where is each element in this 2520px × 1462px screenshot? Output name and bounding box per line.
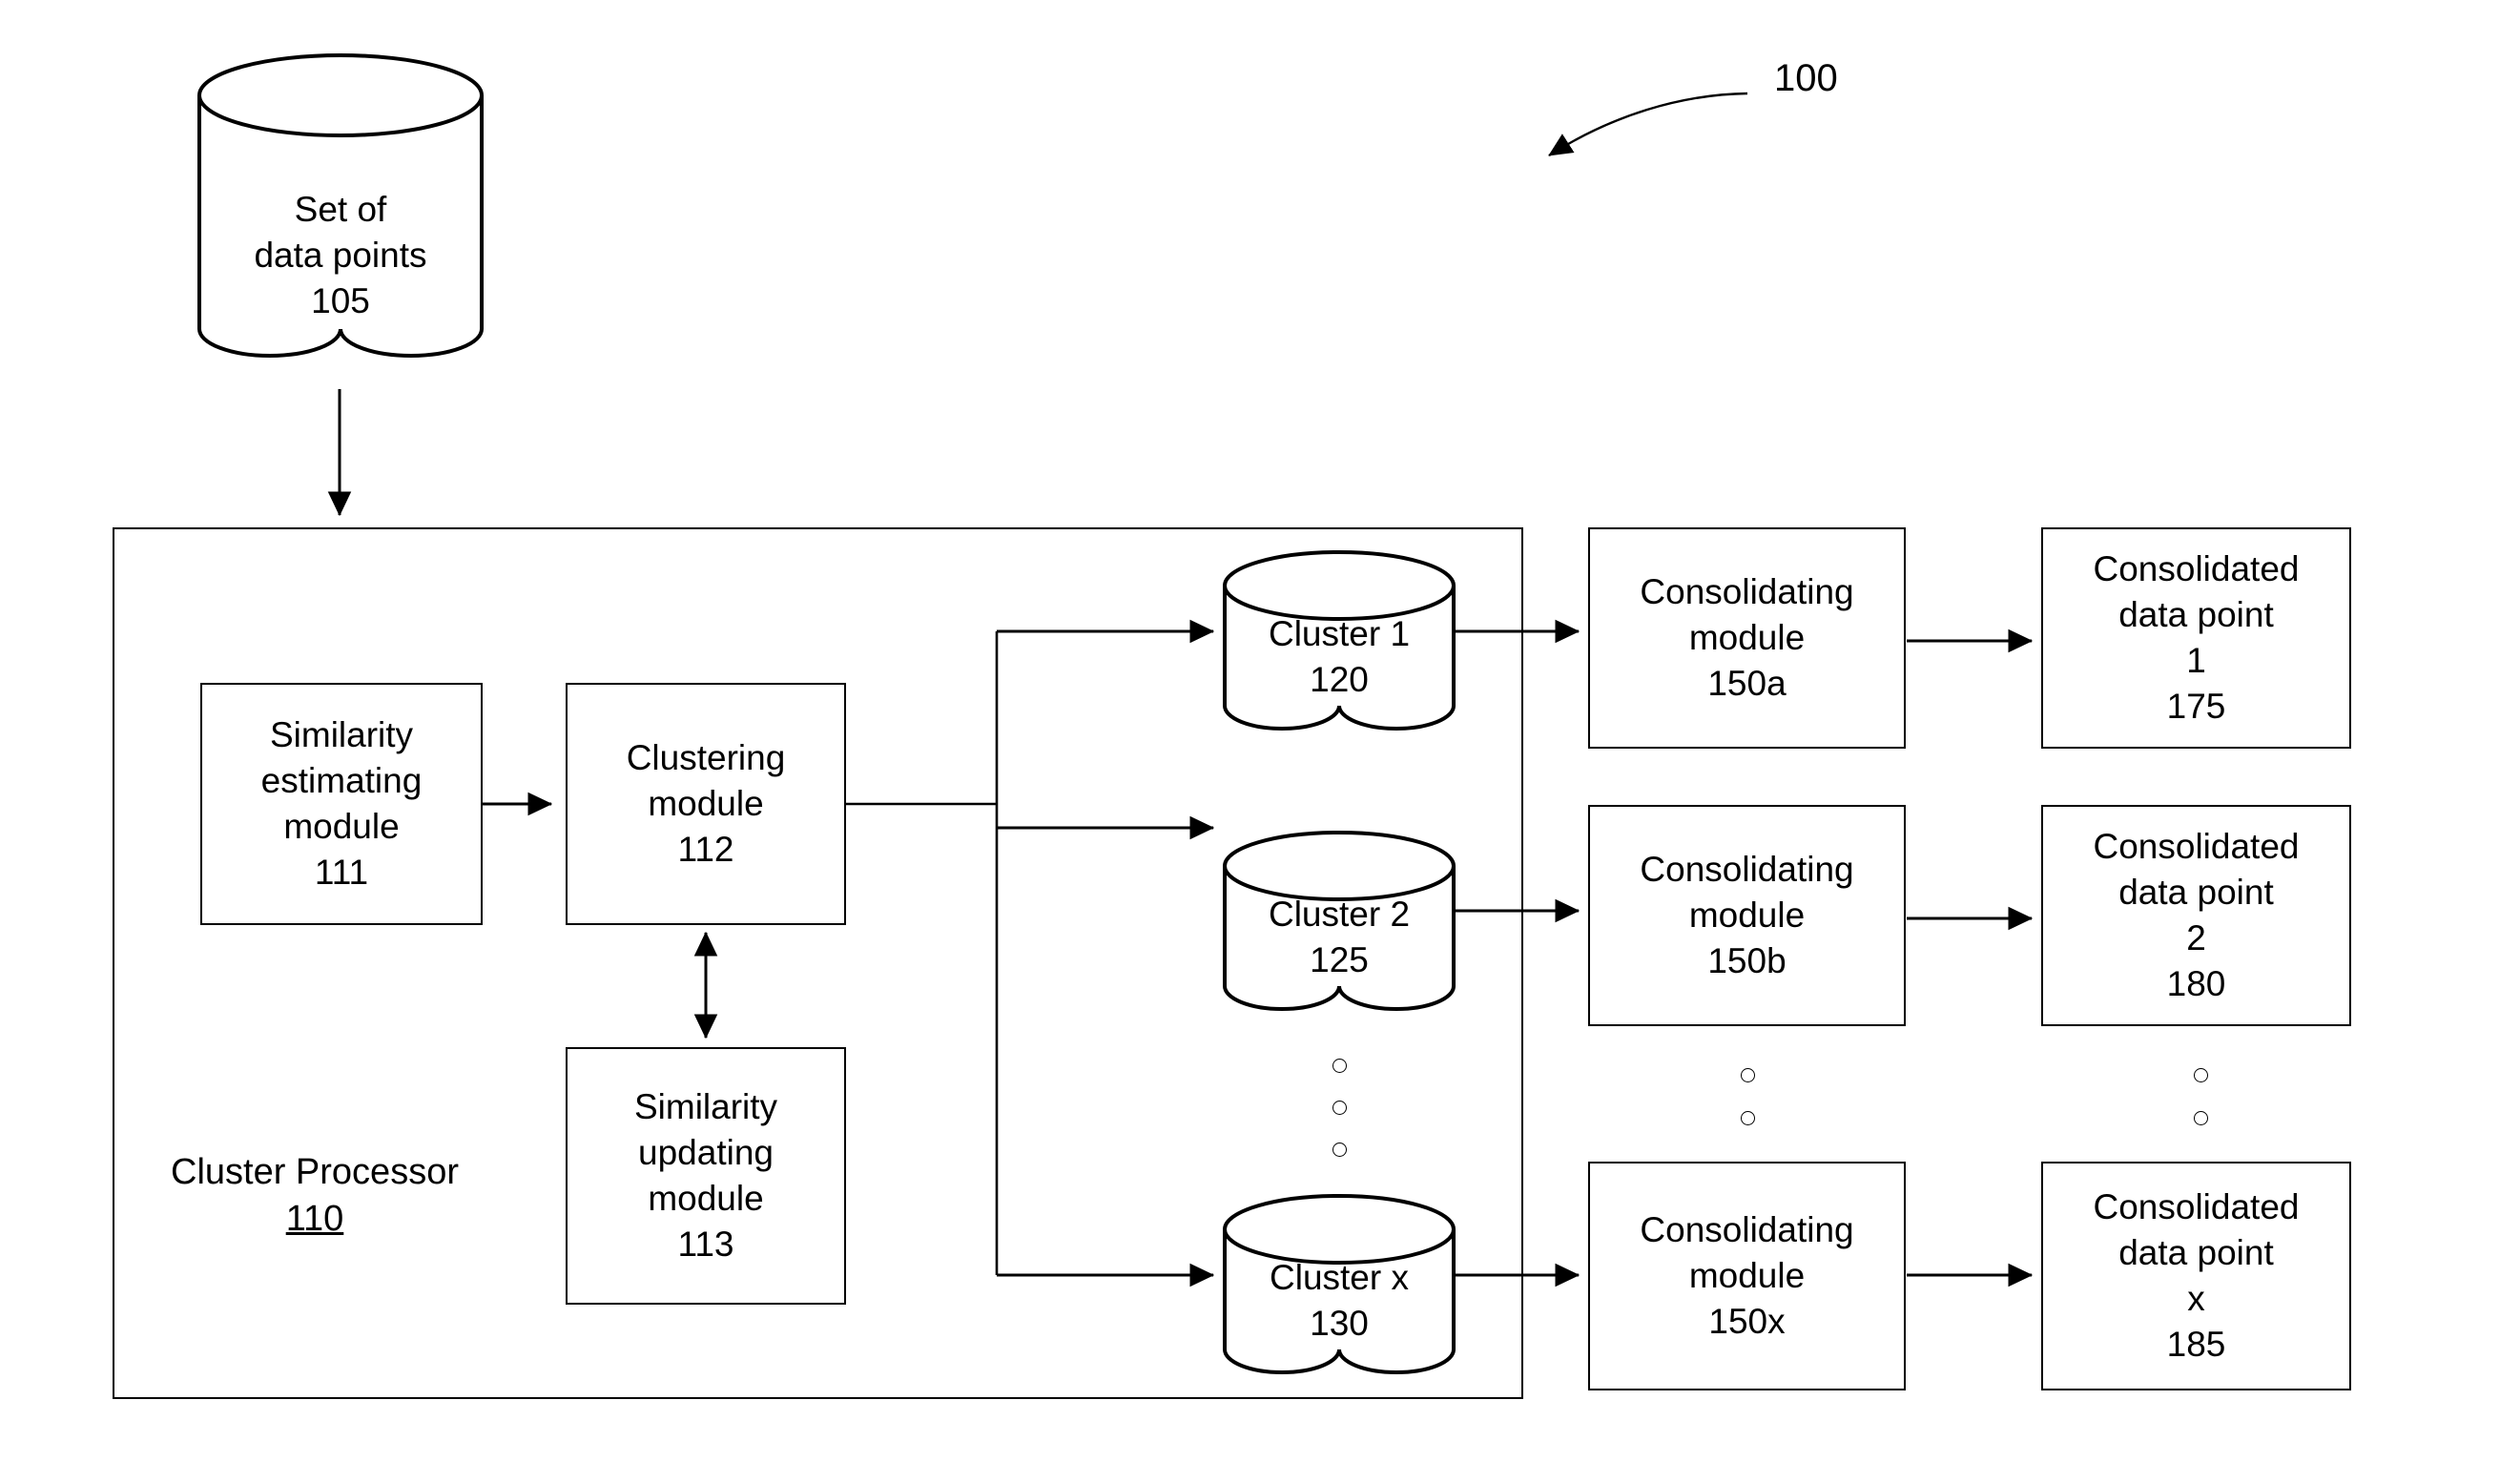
consolidating-module-150x[interactable]: Consolidating module 150x <box>1588 1162 1906 1390</box>
cluster-processor-reference: 110 <box>285 1199 344 1240</box>
figure-reference-numeral: 100 <box>1774 57 1838 99</box>
cluster-x-label: Cluster x 130 <box>1270 1257 1409 1343</box>
set-of-data-points-label: Set of data points 105 <box>254 189 427 321</box>
consolidated-data-point-180[interactable]: Consolidated data point 2 180 <box>2041 805 2351 1026</box>
cluster-x-datastore[interactable]: Cluster x 130 <box>1225 1196 1454 1372</box>
cluster-2-label: Cluster 2 125 <box>1268 894 1411 979</box>
consolidating-module-150b[interactable]: Consolidating module 150b <box>1588 805 1906 1026</box>
clustering-module[interactable]: Clustering module 112 <box>566 683 846 925</box>
cluster-2-datastore[interactable]: Cluster 2 125 <box>1225 833 1454 1009</box>
consolidating-module-column-ellipsis <box>1741 1068 1755 1125</box>
consolidated-data-point-185[interactable]: Consolidated data point x 185 <box>2041 1162 2351 1390</box>
figure-canvas: 100 Set of data points 105 Cluster Proce… <box>0 0 2520 1462</box>
consolidating-module-150a[interactable]: Consolidating module 150a <box>1588 527 1906 749</box>
consolidated-data-point-column-ellipsis <box>2194 1068 2208 1125</box>
cluster-1-label: Cluster 1 120 <box>1268 613 1411 699</box>
cluster-column-ellipsis <box>1332 1059 1347 1157</box>
cluster-processor-title: Cluster Processor 110 <box>134 1149 496 1244</box>
similarity-estimating-module[interactable]: Similarity estimating module 111 <box>200 683 483 925</box>
cluster-processor-title-text: Cluster Processor <box>171 1152 459 1192</box>
consolidated-data-point-175[interactable]: Consolidated data point 1 175 <box>2041 527 2351 749</box>
cluster-1-datastore[interactable]: Cluster 1 120 <box>1225 552 1454 729</box>
set-of-data-points-datastore: Set of data points 105 <box>199 55 482 370</box>
similarity-updating-module[interactable]: Similarity updating module 113 <box>566 1047 846 1305</box>
